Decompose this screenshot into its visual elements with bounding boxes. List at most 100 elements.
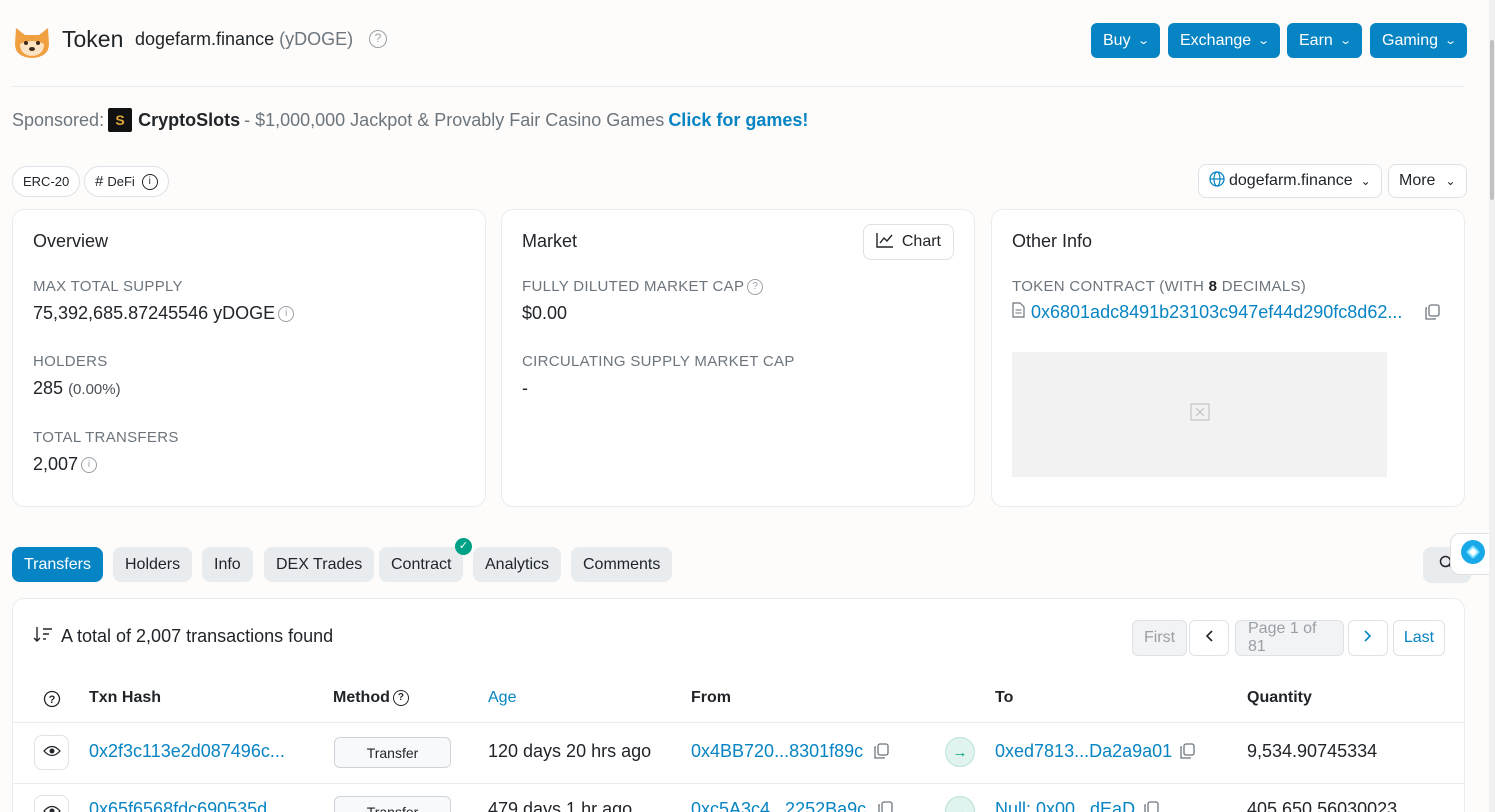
view-details-button[interactable]: [34, 735, 69, 770]
buy-button[interactable]: Buy ⌄: [1091, 23, 1160, 58]
transactions-total-text: A total of 2,007 transactions found: [61, 626, 334, 646]
contract-label-prefix: TOKEN CONTRACT (WITH: [1012, 278, 1209, 295]
website-label: dogefarm.finance: [1229, 172, 1353, 189]
column-quantity: Quantity: [1247, 689, 1312, 706]
earn-label: Earn: [1299, 31, 1333, 49]
market-card: Market Chart FULLY DILUTED MARKET CAP? $…: [501, 209, 975, 507]
txn-hash-link[interactable]: 0x2f3c113e2d087496c...: [89, 741, 285, 762]
sort-icon[interactable]: [33, 626, 53, 647]
question-icon[interactable]: ?: [392, 689, 409, 706]
view-details-button[interactable]: [34, 795, 69, 812]
sponsor-brand[interactable]: CryptoSlots: [138, 110, 240, 131]
copy-icon[interactable]: [877, 801, 893, 812]
earn-button[interactable]: Earn ⌄: [1287, 23, 1363, 58]
info-icon: i: [141, 173, 158, 190]
defi-tag[interactable]: # DeFi i: [84, 166, 169, 197]
sponsor-cta-link[interactable]: Click for games!: [668, 110, 808, 131]
sponsored-banner: Sponsored: S CryptoSlots - $1,000,000 Ja…: [12, 108, 808, 132]
header-divider: [12, 86, 1465, 87]
column-from: From: [691, 689, 731, 706]
website-dropdown[interactable]: dogefarm.finance ⌄: [1198, 164, 1382, 198]
cryptoslots-logo-icon: S: [108, 108, 133, 132]
fdmc-value: $0.00: [522, 303, 568, 323]
broken-image-placeholder: [1012, 352, 1387, 477]
transfers-panel: A total of 2,007 transactions found Firs…: [12, 598, 1465, 812]
prev-page-button[interactable]: [1189, 620, 1229, 656]
copy-icon[interactable]: [873, 743, 889, 759]
column-to: To: [995, 689, 1014, 706]
column-age[interactable]: Age: [488, 689, 516, 707]
fdmc-label-text: FULLY DILUTED MARKET CAP: [522, 278, 745, 295]
contract-address-link[interactable]: 0x6801adc8491b23103c947ef44d290fc8d62...: [1012, 302, 1412, 323]
tab-info[interactable]: Info: [202, 547, 253, 582]
csmc-label: CIRCULATING SUPPLY MARKET CAP: [522, 353, 795, 370]
broken-image-icon: [1189, 403, 1210, 426]
holders-count: 285: [33, 378, 64, 398]
gaming-button[interactable]: Gaming ⌄: [1370, 23, 1468, 58]
line-chart-icon: [876, 232, 894, 253]
chevron-down-icon: ⌄: [1360, 174, 1371, 188]
holders-value: 285 (0.00%): [33, 378, 121, 399]
question-icon[interactable]: ?: [369, 30, 387, 48]
to-address-link[interactable]: 0xed7813...Da2a9a01: [995, 741, 1172, 762]
max-supply-label: MAX TOTAL SUPPLY: [33, 278, 183, 295]
sponsor-text: - $1,000,000 Jackpot & Provably Fair Cas…: [244, 109, 665, 130]
holders-label: HOLDERS: [33, 353, 108, 370]
assistant-icon: [1460, 539, 1486, 570]
more-dropdown[interactable]: More ⌄: [1388, 164, 1467, 198]
max-supply-text: 75,392,685.87245546 yDOGE: [33, 303, 276, 323]
chevron-down-icon: ⌄: [1338, 35, 1352, 47]
to-address-link[interactable]: Null: 0x00...dEaD: [995, 799, 1135, 812]
other-info-card: Other Info TOKEN CONTRACT (WITH 8 DECIMA…: [991, 209, 1465, 507]
question-icon[interactable]: ?: [747, 279, 764, 296]
tab-contract[interactable]: Contract: [379, 547, 464, 582]
age-text: 479 days 1 hr ago: [488, 799, 633, 812]
other-info-title: Other Info: [1012, 231, 1093, 251]
erc20-tag[interactable]: ERC-20: [12, 166, 81, 197]
next-page-button[interactable]: [1348, 620, 1388, 656]
overview-card: Overview MAX TOTAL SUPPLY 75,392,685.872…: [12, 209, 486, 507]
verified-check-icon: ✓: [455, 538, 472, 555]
header-divider: [13, 722, 1464, 723]
sponsored-prefix: Sponsored:: [12, 109, 105, 130]
market-title: Market: [522, 231, 578, 251]
last-page-button[interactable]: Last: [1393, 620, 1445, 656]
eye-icon: [42, 804, 61, 812]
hash-icon: #: [95, 173, 104, 190]
exchange-label: Exchange: [1180, 31, 1252, 49]
question-icon[interactable]: ?: [43, 690, 61, 713]
gaming-label: Gaming: [1382, 31, 1439, 49]
copy-icon[interactable]: [1424, 304, 1440, 320]
shiba-logo-icon: [12, 24, 52, 60]
copy-icon[interactable]: [1143, 801, 1159, 812]
txn-hash-link[interactable]: 0x65f6568fdc690535d...: [89, 799, 282, 812]
page-title: Token: [62, 26, 124, 52]
exchange-button[interactable]: Exchange ⌄: [1168, 23, 1281, 58]
document-icon: [1012, 302, 1025, 323]
age-text: 120 days 20 hrs ago: [488, 741, 652, 761]
from-address-link[interactable]: 0x4BB720...8301f89c: [691, 741, 863, 762]
scrollbar-thumb[interactable]: [1490, 40, 1494, 200]
from-address-link[interactable]: 0xc5A3c4...2252Ba9c: [691, 799, 866, 812]
copy-icon[interactable]: [1179, 743, 1195, 759]
chart-button[interactable]: Chart: [862, 224, 954, 260]
tab-dex-trades[interactable]: DEX Trades: [264, 547, 375, 582]
chevron-down-icon: ⌄: [1136, 35, 1150, 47]
eye-icon: [42, 744, 61, 762]
erc20-label: ERC-20: [23, 174, 70, 189]
chevron-left-icon: [1205, 629, 1213, 647]
tab-holders[interactable]: Holders: [113, 547, 193, 582]
tab-transfers[interactable]: Transfers: [12, 547, 103, 582]
fdmc-label: FULLY DILUTED MARKET CAP?: [522, 278, 764, 296]
contract-address-text: 0x6801adc8491b23103c947ef44d290fc8d62...: [1031, 302, 1403, 322]
info-icon[interactable]: i: [278, 306, 295, 323]
globe-icon: [1209, 170, 1225, 192]
holders-pct: (0.00%): [68, 381, 121, 398]
column-method-label: Method: [333, 689, 390, 706]
tab-analytics[interactable]: Analytics: [473, 547, 562, 582]
row-divider: [13, 783, 1464, 784]
svg-text:?: ?: [49, 694, 56, 706]
info-icon[interactable]: i: [81, 457, 98, 474]
first-page-button[interactable]: First: [1132, 620, 1187, 656]
tab-comments[interactable]: Comments: [571, 547, 673, 582]
